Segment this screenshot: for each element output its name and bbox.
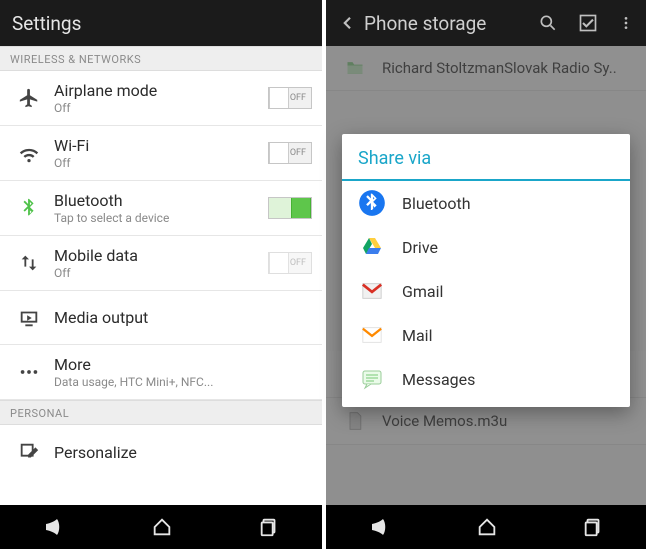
wifi-toggle[interactable]: OFF [268,142,312,164]
nav-back-icon[interactable] [42,515,66,539]
share-dialog: Share via Bluetooth Drive Gmail [342,134,630,407]
more-row[interactable]: More Data usage, HTC Mini+, NFC... [0,345,322,400]
drive-icon [358,233,386,261]
nav-back-icon[interactable] [368,515,392,539]
wifi-title: Wi-Fi [54,136,268,155]
airplane-sub: Off [54,101,268,115]
nav-bar [326,505,646,549]
nav-bar [0,505,322,549]
nav-recent-icon[interactable] [582,516,604,538]
file-list: Richard StoltzmanSlovak Radio Sy.. Recen… [326,46,646,505]
airplane-mode-row[interactable]: Airplane mode Off OFF [0,71,322,126]
mobile-data-row[interactable]: Mobile data Off OFF [0,236,322,291]
nav-home-icon[interactable] [476,516,498,538]
bluetooth-row[interactable]: Bluetooth Tap to select a device ON [0,181,322,236]
gmail-icon [358,277,386,305]
share-dialog-title: Share via [342,134,630,181]
bluetooth-icon [12,197,46,219]
section-wireless-networks: WIRELESS & NETWORKS [0,46,322,71]
personalize-icon [12,441,46,463]
more-icon [12,361,46,383]
share-option-label: Mail [402,326,432,345]
media-output-title: Media output [54,308,312,327]
section-personal: PERSONAL [0,400,322,425]
share-option-messages[interactable]: Messages [342,357,630,407]
nav-home-icon[interactable] [151,516,173,538]
airplane-title: Airplane mode [54,81,268,100]
search-icon[interactable] [538,13,558,33]
share-option-label: Messages [402,370,475,389]
share-option-mail[interactable]: Mail [342,313,630,357]
mobile-data-icon [12,252,46,274]
back-icon[interactable] [338,14,356,32]
more-title: More [54,355,312,374]
file-manager-screen: Phone storage Richard StoltzmanSlovak Ra… [326,0,646,549]
select-icon[interactable] [578,13,598,33]
bluetooth-toggle[interactable]: ON [268,197,312,219]
personalize-title: Personalize [54,443,312,462]
page-title: Settings [12,12,310,35]
bluetooth-sub: Tap to select a device [54,211,268,225]
media-output-icon [12,307,46,329]
overflow-icon[interactable] [618,13,634,33]
mobile-data-toggle[interactable]: OFF [268,252,312,274]
page-title: Phone storage [364,12,538,35]
share-option-gmail[interactable]: Gmail [342,269,630,313]
share-option-label: Bluetooth [402,194,471,213]
share-option-label: Drive [402,238,438,257]
share-option-label: Gmail [402,282,443,301]
wifi-row[interactable]: Wi-Fi Off OFF [0,126,322,181]
share-option-drive[interactable]: Drive [342,225,630,269]
mobile-data-title: Mobile data [54,246,268,265]
settings-screen: Settings WIRELESS & NETWORKS Airplane mo… [0,0,326,549]
bluetooth-icon [358,189,386,217]
bluetooth-title: Bluetooth [54,191,268,210]
personalize-row[interactable]: Personalize [0,425,322,479]
mobile-data-sub: Off [54,266,268,280]
share-option-bluetooth[interactable]: Bluetooth [342,181,630,225]
action-bar: Phone storage [326,0,646,46]
airplane-toggle[interactable]: OFF [268,87,312,109]
airplane-icon [12,87,46,109]
messages-icon [358,365,386,393]
wifi-sub: Off [54,156,268,170]
action-bar: Settings [0,0,322,46]
wifi-icon [12,142,46,164]
nav-recent-icon[interactable] [258,516,280,538]
media-output-row[interactable]: Media output [0,291,322,345]
more-sub: Data usage, HTC Mini+, NFC... [54,375,312,389]
mail-icon [358,321,386,349]
